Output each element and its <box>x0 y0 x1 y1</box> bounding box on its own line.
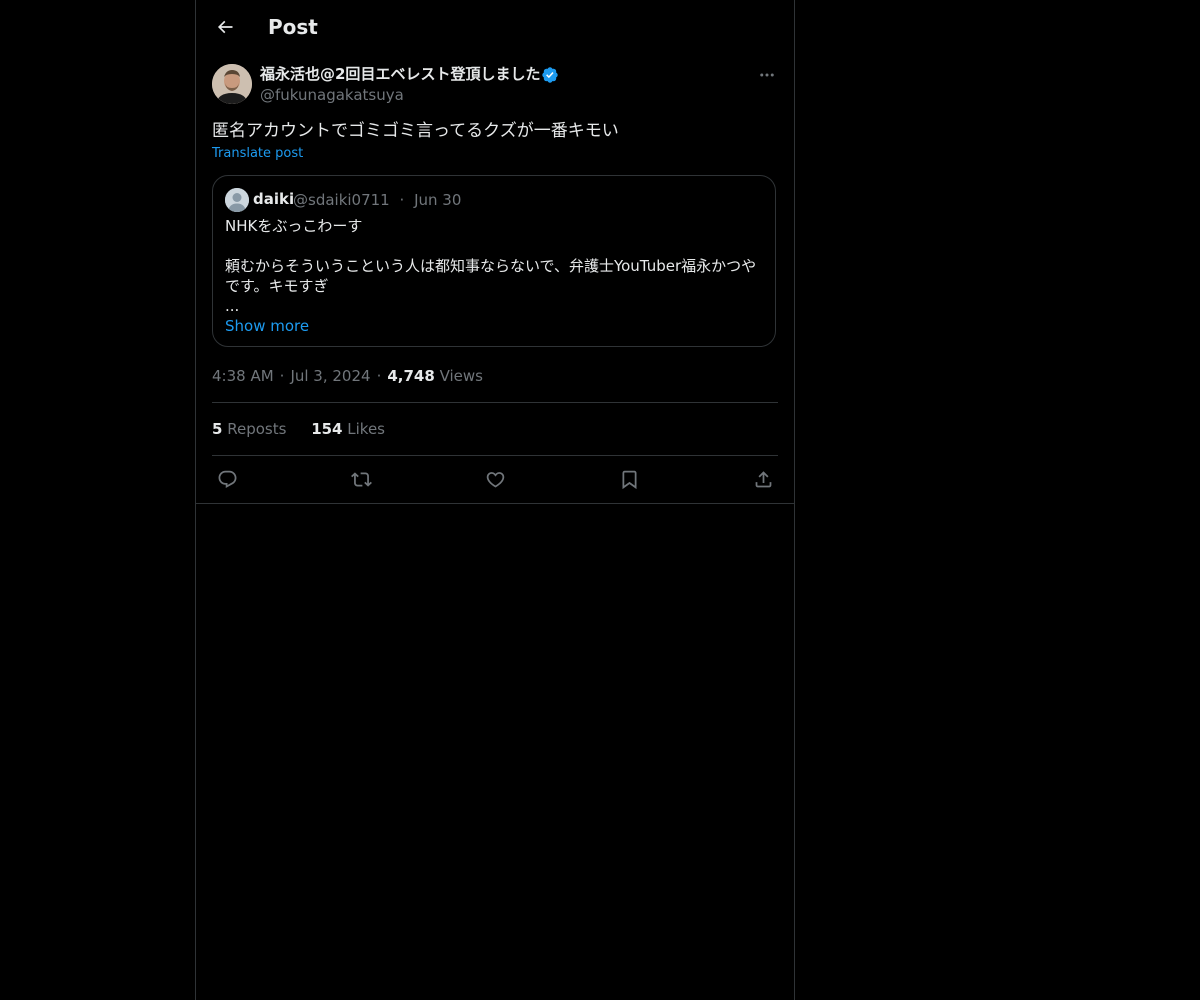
separator: · <box>399 191 405 209</box>
likes-count: 154 <box>311 420 343 438</box>
repost-button[interactable] <box>348 466 374 492</box>
reply-icon <box>217 469 238 490</box>
more-horizontal-icon <box>758 66 776 84</box>
quote-text-line: NHKをぶっこわーす <box>225 217 363 235</box>
separator: · <box>279 367 285 385</box>
divider <box>212 455 778 456</box>
quote-text-line: ... <box>225 297 240 315</box>
post-column: Post 福永活也@2回目エベレスト登頂しました @fukunagakatsuy… <box>195 0 795 1000</box>
heart-icon <box>485 469 506 490</box>
views-label: Views <box>439 367 483 385</box>
share-icon <box>753 469 774 490</box>
views-count: 4,748 <box>387 367 435 385</box>
reply-button[interactable] <box>214 466 240 492</box>
quote-author-meta: @sdaiki0711 · Jun 30 <box>293 190 461 210</box>
engagement-stats: 5 Reposts 154 Likes <box>212 419 405 439</box>
reposts-label: Reposts <box>227 420 287 438</box>
post-meta: 4:38 AM · Jul 3, 2024 · 4,748 Views <box>212 366 483 386</box>
author-name[interactable]: 福永活也@2回目エベレスト登頂しました <box>260 64 540 84</box>
repost-icon <box>350 469 372 490</box>
separator: · <box>376 367 382 385</box>
show-more-link[interactable]: Show more <box>225 316 309 336</box>
reposts-count: 5 <box>212 420 223 438</box>
post-text: 匿名アカウントでゴミゴミ言ってるクズが一番キモい <box>212 121 619 141</box>
post-time[interactable]: 4:38 AM <box>212 367 274 385</box>
top-bar: Post <box>196 0 794 53</box>
likes-stat[interactable]: 154 Likes <box>311 420 385 438</box>
share-button[interactable] <box>750 466 776 492</box>
quote-date[interactable]: Jun 30 <box>414 191 461 209</box>
quote-avatar[interactable] <box>225 188 249 212</box>
likes-label: Likes <box>347 420 386 438</box>
arrow-left-icon <box>215 17 235 37</box>
quote-author-handle[interactable]: @sdaiki0711 <box>293 191 390 209</box>
back-button[interactable] <box>208 10 242 44</box>
verified-badge-icon <box>541 66 559 84</box>
translate-post-link[interactable]: Translate post <box>212 145 303 163</box>
page-title: Post <box>268 15 318 39</box>
quoted-post[interactable]: daiki @sdaiki0711 · Jun 30 NHKをぶっこわーす 頼む… <box>212 175 776 347</box>
divider <box>196 503 794 504</box>
author-avatar[interactable] <box>212 64 252 104</box>
quote-author-name[interactable]: daiki <box>253 189 294 209</box>
quote-text-line: 頼むからそういうこという人は都知事ならないで、弁護士YouTuber福永かつや <box>225 257 757 275</box>
author-handle[interactable]: @fukunagakatsuya <box>260 85 404 105</box>
divider <box>212 402 778 403</box>
bookmark-button[interactable] <box>616 466 642 492</box>
quote-text-line: です。キモすぎ <box>225 277 329 295</box>
more-options-button[interactable] <box>754 62 780 88</box>
reposts-stat[interactable]: 5 Reposts <box>212 420 286 438</box>
like-button[interactable] <box>482 466 508 492</box>
post-date[interactable]: Jul 3, 2024 <box>290 367 370 385</box>
bookmark-icon <box>619 469 640 490</box>
